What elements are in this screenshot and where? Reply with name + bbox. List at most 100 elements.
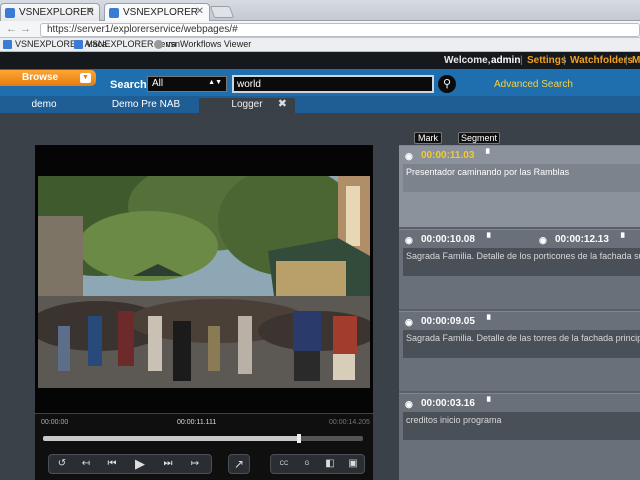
entry-description[interactable]: Sagrada Familia. Detalle de las torres d… xyxy=(403,330,640,358)
timecode-in: ◉ 00:00:09.05 xyxy=(405,316,475,328)
entry-description[interactable]: Presentador caminando por las Ramblas xyxy=(403,164,640,192)
eye-icon[interactable]: ◉ xyxy=(539,235,547,246)
timecode-in-value: 00:00:11.03 xyxy=(421,150,475,161)
safe-area-icon[interactable]: ◧ xyxy=(319,455,341,473)
goto-icon[interactable]: ↗ xyxy=(229,455,249,473)
favicon-icon xyxy=(5,8,15,18)
tab-logger[interactable]: Logger ✖ xyxy=(199,98,295,113)
globe-icon xyxy=(154,40,163,49)
workspace-tabs: demo Demo Pre NAB Logger ✖ xyxy=(0,96,640,113)
player-controls: ↺ ↤ ⏮ ▶ ⏭ ↦ ↗ CC G ◧ ▣ xyxy=(35,448,373,480)
timecode-in: ◉ 00:00:10.08 xyxy=(405,234,475,246)
back-arrow-icon[interactable]: ← xyxy=(6,23,17,35)
divider: | xyxy=(563,55,566,66)
more-link[interactable]: M xyxy=(632,55,640,66)
browser-tab[interactable]: VSNEXPLORER ✕ xyxy=(0,3,100,21)
street-scene-image xyxy=(38,176,370,388)
captions-icon[interactable]: CC xyxy=(273,455,295,473)
chevron-down-icon: ▼ xyxy=(80,73,91,83)
advanced-search-link[interactable]: Advanced Search xyxy=(494,79,573,90)
close-icon[interactable]: ✖ xyxy=(278,98,287,111)
search-button[interactable]: ⚲ xyxy=(438,75,456,93)
mark-out-icon[interactable]: ↦ xyxy=(183,455,207,473)
log-entry[interactable]: ◉ 00:00:10.08 ▘ ◉ 00:00:12.13 ▘ Sagrada Fa… xyxy=(399,229,640,309)
bookmarks-bar: VSNEXPLORER Alaca VSNEXPLORER Terra vsnW… xyxy=(0,38,640,52)
log-entry[interactable]: ◉ 00:00:03.16 ▘ creditos inicio programa xyxy=(399,393,640,480)
tab-demo-pre-nab[interactable]: Demo Pre NAB xyxy=(96,98,196,113)
player-timeline: 00:00:00 00:00:11.111 00:00:14.205 xyxy=(35,414,373,448)
select-arrows-icon: ▲▼ xyxy=(208,79,222,86)
timecode-in-value: 00:00:09.05 xyxy=(421,316,475,327)
forward-arrow-icon[interactable]: → xyxy=(20,23,31,35)
pin-icon[interactable]: ▘ xyxy=(486,149,493,160)
timecode-start: 00:00:00 xyxy=(41,419,69,426)
log-entry[interactable]: ◉ 00:00:11.03 ▘ Presentador caminando por… xyxy=(399,145,640,227)
timecode-end: 00:00:14.205 xyxy=(329,419,370,426)
timecode-out: ◉ 00:00:12.13 xyxy=(539,234,609,246)
timecode-in-value: 00:00:03.16 xyxy=(421,398,475,409)
magnifier-icon: ⚲ xyxy=(442,78,452,90)
pin-icon[interactable]: ▘ xyxy=(487,233,494,244)
eye-icon[interactable]: ◉ xyxy=(405,317,413,328)
step-back-icon[interactable]: ⏮ xyxy=(101,455,123,473)
seek-handle[interactable] xyxy=(297,434,301,443)
seek-progress xyxy=(43,436,299,441)
divider: | xyxy=(625,55,628,66)
seek-bar[interactable] xyxy=(43,434,363,443)
timecode-in: ◉ 00:00:11.03 xyxy=(405,150,474,162)
search-label: Search xyxy=(110,79,147,91)
pin-icon[interactable]: ▘ xyxy=(487,315,494,326)
url-field[interactable]: https://server1/explorerservice/webpages… xyxy=(40,23,640,37)
mark-in-icon[interactable]: ↤ xyxy=(75,455,97,473)
tab-label: Logger xyxy=(231,99,263,110)
guide-icon[interactable]: G xyxy=(296,455,318,473)
favicon-icon xyxy=(109,8,119,18)
timecode-in-value: 00:00:10.08 xyxy=(421,234,475,245)
settings-link[interactable]: Settings xyxy=(527,55,566,66)
logger-entries: ◉ 00:00:11.03 ▘ Presentador caminando por… xyxy=(399,145,640,480)
bookmark-item[interactable]: vsnWorkflows Viewer xyxy=(154,39,251,49)
segment-button[interactable]: Segment xyxy=(458,132,500,144)
browser-tab-label: VSNEXPLORER xyxy=(123,7,199,18)
pin-icon[interactable]: ▘ xyxy=(487,397,494,408)
entry-description[interactable]: Sagrada Familia. Detalle de los porticon… xyxy=(403,248,640,276)
fullscreen-icon[interactable]: ▣ xyxy=(342,455,364,473)
mark-button[interactable]: Mark xyxy=(414,132,442,144)
transport-controls: ↺ ↤ ⏮ ▶ ⏭ ↦ xyxy=(48,454,212,474)
eye-icon[interactable]: ◉ xyxy=(405,151,413,162)
browse-label: Browse xyxy=(22,72,59,83)
tab-demo[interactable]: demo xyxy=(0,98,88,113)
address-bar-row: ← → https://server1/explorerservice/webp… xyxy=(0,21,640,38)
tab-label: demo xyxy=(31,99,57,110)
eye-icon[interactable]: ◉ xyxy=(405,235,413,246)
play-icon[interactable]: ▶ xyxy=(127,455,153,473)
tab-label: Demo Pre NAB xyxy=(111,99,181,110)
search-input[interactable] xyxy=(232,75,434,93)
browse-button[interactable]: Browse ▼ xyxy=(0,70,96,86)
search-scope-select[interactable]: All ▲▼ xyxy=(147,76,227,92)
browser-tab-active[interactable]: VSNEXPLORER ✕ xyxy=(104,3,210,21)
bookmark-icon xyxy=(74,40,83,49)
browser-tab-strip: VSNEXPLORER ✕ VSNEXPLORER ✕ xyxy=(0,0,640,21)
bookmark-label: vsnWorkflows Viewer xyxy=(166,39,252,49)
jump-group: ↗ xyxy=(228,454,250,474)
loop-icon[interactable]: ↺ xyxy=(51,455,73,473)
log-entry[interactable]: ◉ 00:00:09.05 ▘ Sagrada Familia. Detalle … xyxy=(399,311,640,391)
timecode-in: ◉ 00:00:03.16 xyxy=(405,398,475,410)
step-forward-icon[interactable]: ⏭ xyxy=(157,455,179,473)
divider: | xyxy=(520,55,523,66)
close-tab-icon[interactable]: ✕ xyxy=(196,6,204,17)
entry-description[interactable]: creditos inicio programa xyxy=(403,412,640,440)
new-tab-button[interactable] xyxy=(209,6,235,18)
video-frame[interactable] xyxy=(38,176,370,388)
browser-tab-label: VSNEXPLORER xyxy=(19,7,95,18)
username: admin xyxy=(491,55,521,66)
pin-icon[interactable]: ▘ xyxy=(621,233,628,244)
watchfolders-link[interactable]: Watchfolders xyxy=(570,55,633,66)
bookmark-icon xyxy=(3,40,12,49)
timecode-out-value: 00:00:12.13 xyxy=(555,234,609,245)
view-options: CC G ◧ ▣ xyxy=(270,454,365,474)
eye-icon[interactable]: ◉ xyxy=(405,399,413,410)
close-tab-icon[interactable]: ✕ xyxy=(86,6,94,17)
timecode-current: 00:00:11.111 xyxy=(177,419,217,426)
